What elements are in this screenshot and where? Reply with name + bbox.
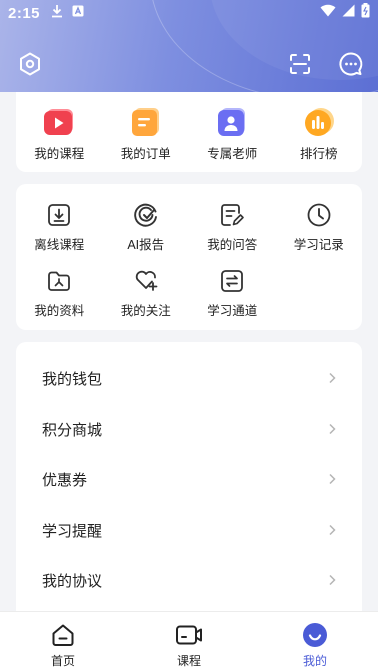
quick-label: 排行榜 xyxy=(299,147,338,161)
menu-label: 学习提醒 xyxy=(42,522,103,540)
switch-icon xyxy=(221,270,244,292)
menu-points-mall[interactable]: 积分商城 xyxy=(16,404,362,454)
tool-ai-report[interactable]: AI报告 xyxy=(103,202,190,253)
scan-icon xyxy=(290,54,310,74)
messages-button[interactable] xyxy=(335,48,367,80)
quick-my-orders[interactable]: 我的订单 xyxy=(103,107,190,162)
tool-label: 学习记录 xyxy=(293,238,344,252)
menu-card: 我的钱包 积分商城 优惠券 学习提醒 我的协议 xyxy=(16,342,362,612)
tool-my-follows[interactable]: 我的关注 xyxy=(103,268,190,319)
tool-label: 离线课程 xyxy=(34,238,85,252)
tools-card: 离线课程 AI报告 我的问答 学习记录 我的资料 我的关注 学习通道 xyxy=(16,184,362,330)
tool-label: 我的问答 xyxy=(207,238,258,252)
quick-exclusive-teacher[interactable]: 专属老师 xyxy=(189,107,276,162)
qa-icon xyxy=(221,204,245,226)
tool-study-channel[interactable]: 学习通道 xyxy=(189,268,276,319)
wifi-icon xyxy=(320,4,336,22)
tool-label: 学习通道 xyxy=(207,304,258,318)
tool-label: 我的关注 xyxy=(120,304,171,318)
menu-label: 积分商城 xyxy=(42,421,103,439)
download-status-icon xyxy=(50,4,64,23)
menu-label: 我的钱包 xyxy=(42,370,103,388)
menu-my-wallet[interactable]: 我的钱包 xyxy=(16,353,362,403)
teacher-icon xyxy=(218,108,246,136)
tab-mine[interactable]: 我的 xyxy=(252,612,378,672)
chevron-right-icon xyxy=(329,372,336,384)
ranking-icon xyxy=(304,108,334,136)
settings-button[interactable] xyxy=(14,48,46,80)
menu-label: 我的协议 xyxy=(42,572,103,590)
menu-my-agreements[interactable]: 我的协议 xyxy=(16,555,362,605)
heart-add-icon xyxy=(135,270,158,291)
status-bar: 2:15 xyxy=(0,0,378,26)
signal-icon xyxy=(342,4,355,22)
chevron-right-icon xyxy=(329,574,336,586)
course-video-icon xyxy=(176,625,202,645)
tool-my-materials[interactable]: 我的资料 xyxy=(16,268,103,319)
quick-ranking[interactable]: 排行榜 xyxy=(276,107,363,162)
profile-smile-icon xyxy=(303,623,327,647)
tab-label: 首页 xyxy=(50,654,75,668)
battery-icon xyxy=(361,3,370,23)
settings-hexagon-icon xyxy=(20,52,40,76)
app-notification-icon xyxy=(72,4,84,22)
bottom-tab-bar: 首页 课程 我的 xyxy=(0,611,378,672)
tool-offline-courses[interactable]: 离线课程 xyxy=(16,202,103,253)
clock-icon xyxy=(307,203,331,227)
tab-label: 我的 xyxy=(302,654,327,668)
folder-icon xyxy=(48,271,71,291)
tool-label: AI报告 xyxy=(127,238,165,252)
tab-courses[interactable]: 课程 xyxy=(126,612,252,672)
tool-label: 我的资料 xyxy=(34,304,85,318)
menu-study-reminder[interactable]: 学习提醒 xyxy=(16,505,362,555)
message-bubble-icon xyxy=(339,52,363,76)
chevron-right-icon xyxy=(329,524,336,536)
home-icon xyxy=(52,624,74,646)
status-time: 2:15 xyxy=(8,4,41,22)
chevron-right-icon xyxy=(329,473,336,485)
download-icon xyxy=(48,204,71,226)
chevron-right-icon xyxy=(329,423,336,435)
top-toolbar xyxy=(0,44,378,84)
menu-coupons[interactable]: 优惠券 xyxy=(16,454,362,504)
quick-label: 我的订单 xyxy=(120,147,171,161)
video-play-icon xyxy=(44,109,74,135)
quick-my-courses[interactable]: 我的课程 xyxy=(16,107,103,162)
tool-my-qa[interactable]: 我的问答 xyxy=(189,202,276,253)
menu-label: 优惠券 xyxy=(42,471,88,489)
quick-access-card: 我的课程 我的订单 专属老师 排行榜 xyxy=(16,92,362,172)
scan-button[interactable] xyxy=(284,48,316,80)
tool-study-records[interactable]: 学习记录 xyxy=(276,202,363,253)
quick-label: 专属老师 xyxy=(207,147,258,161)
tab-label: 课程 xyxy=(176,654,201,668)
ai-report-icon xyxy=(133,203,157,227)
tab-home[interactable]: 首页 xyxy=(0,612,126,672)
order-icon xyxy=(131,108,159,136)
quick-label: 我的课程 xyxy=(34,147,85,161)
